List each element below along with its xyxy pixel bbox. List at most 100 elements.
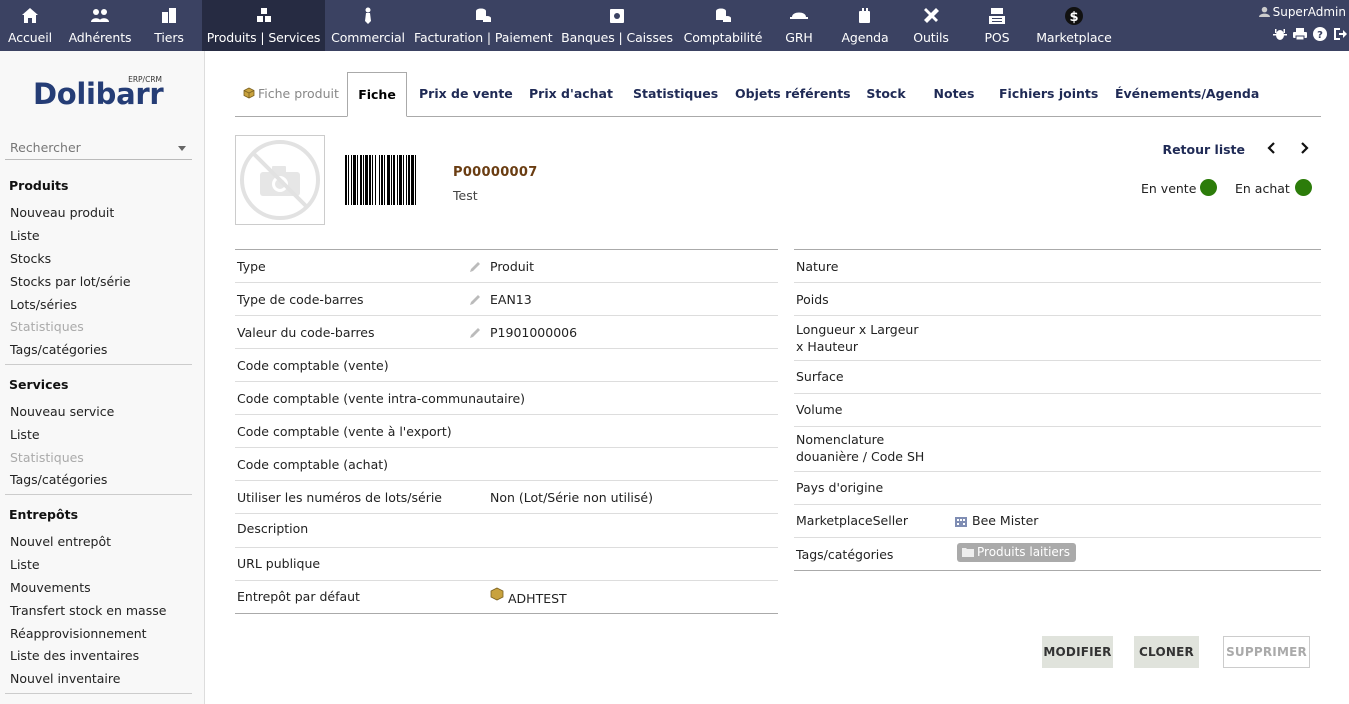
tab-notes[interactable]: Notes (929, 72, 979, 117)
pencil-icon[interactable] (468, 260, 482, 274)
barcode-bar (387, 155, 390, 205)
search-select[interactable]: Rechercher (5, 136, 192, 160)
topmenu-facturation[interactable]: Facturation | Paiement (414, 0, 553, 51)
help-icon[interactable]: ? (1313, 27, 1327, 41)
barcode-bar (348, 155, 349, 205)
topmenu-pos[interactable]: POS (977, 0, 1017, 51)
barcode-bar (372, 155, 373, 205)
field-label: URL publique (237, 556, 321, 571)
svg-text:?: ? (1317, 30, 1323, 41)
sidebar-item-nouveau-produit[interactable]: Nouveau produit (10, 205, 114, 220)
sidebar-item-liste-produits[interactable]: Liste (10, 228, 40, 243)
field-row-customs-code: Nomenclature douanière / Code SH (794, 427, 1321, 472)
tab-fiche[interactable]: Fiche (347, 72, 407, 117)
sidebar-item-nouvel-entrepot[interactable]: Nouvel entrepôt (10, 534, 111, 549)
category-tag[interactable]: Produits laitiers (957, 543, 1076, 562)
topmenu-marketplace[interactable]: $ Marketplace (1036, 0, 1112, 51)
sidebar-item-reapprovisionnement[interactable]: Réapprovisionnement (10, 626, 147, 641)
no-photo-icon (240, 140, 320, 220)
field-value: P1901000006 (490, 325, 578, 340)
dolibarr-logo[interactable]: Dolibarr ERP/CRM (33, 75, 168, 113)
tab-objets-referents[interactable]: Objets référents (735, 72, 851, 117)
logout-icon[interactable] (1333, 27, 1347, 41)
tab-evenements-agenda[interactable]: Événements/Agenda (1115, 72, 1259, 117)
topmenu-label: Banques | Caisses (561, 30, 673, 45)
tab-prix-achat[interactable]: Prix d'achat (529, 72, 613, 117)
sidebar-item-liste-inventaires[interactable]: Liste des inventaires (10, 648, 139, 663)
sidebar-item-nouveau-service[interactable]: Nouveau service (10, 404, 114, 419)
sidebar-item-statistiques-produits: Statistiques (10, 319, 84, 334)
marketplace-seller-link[interactable]: Bee Mister (972, 512, 1038, 529)
topmenu-comptabilite[interactable]: Comptabilité (682, 0, 764, 51)
barcode-bar (406, 155, 407, 205)
product-photo-placeholder[interactable] (235, 135, 325, 225)
barcode-bar (353, 155, 356, 205)
field-row-barcode-type: Type de code-barres EAN13 (235, 283, 778, 316)
sidebar-item-stocks[interactable]: Stocks (10, 251, 51, 266)
topmenu-agenda[interactable]: Agenda (838, 0, 892, 51)
pencil-icon[interactable] (468, 293, 482, 307)
logo-subtext: ERP/CRM (128, 75, 162, 84)
chevron-right-icon[interactable] (1297, 141, 1311, 155)
topmenu-label: Commercial (331, 30, 405, 45)
modify-button[interactable]: MODIFIER (1042, 636, 1113, 668)
search-placeholder: Rechercher (10, 140, 81, 155)
topmenu-adherents[interactable]: Adhérents (62, 0, 138, 51)
topmenu-produits-services[interactable]: Produits | Services (202, 0, 325, 51)
sidebar-item-tags-services[interactable]: Tags/catégories (10, 472, 107, 487)
barcode-bar (411, 155, 414, 205)
status-on-sale-indicator[interactable] (1200, 179, 1217, 196)
chevron-left-icon[interactable] (1265, 141, 1279, 155)
delete-button[interactable]: SUPPRIMER (1223, 636, 1310, 668)
tab-statistiques[interactable]: Statistiques (633, 72, 718, 117)
coins-icon (476, 8, 491, 22)
print-icon[interactable] (1293, 27, 1307, 41)
left-sidebar: Dolibarr ERP/CRM Rechercher Produits Nou… (0, 51, 205, 704)
tools-icon (924, 8, 939, 23)
sidebar-title-services[interactable]: Services (9, 377, 68, 392)
default-warehouse-link[interactable]: ADHTEST (508, 590, 567, 607)
pencil-icon[interactable] (468, 326, 482, 340)
field-row-public-url: URL publique (235, 548, 778, 581)
sidebar-item-transfert-stock[interactable]: Transfert stock en masse (10, 603, 166, 618)
status-on-sale-label: En vente (1141, 181, 1197, 196)
topmenu-banques[interactable]: Banques | Caisses (560, 0, 674, 51)
status-on-purchase-indicator[interactable] (1295, 179, 1312, 196)
topmenu-grh[interactable]: GRH (778, 0, 820, 51)
barcode-bar (345, 155, 347, 205)
topmenu-commercial[interactable]: Commercial (330, 0, 406, 51)
sidebar-title-entrepots[interactable]: Entrepôts (9, 507, 78, 522)
cash-register-icon (989, 8, 1005, 24)
field-label: Volume (796, 402, 843, 417)
bug-icon[interactable] (1273, 27, 1287, 41)
field-label: Utiliser les numéros de lots/série (237, 490, 442, 505)
topmenu-label: Produits | Services (206, 30, 321, 45)
back-to-list-link[interactable]: Retour liste (1162, 142, 1245, 157)
sidebar-item-lots-series[interactable]: Lots/séries (10, 297, 77, 312)
field-label: Code comptable (vente à l'export) (237, 424, 452, 439)
tab-prix-de-vente[interactable]: Prix de vente (419, 72, 513, 117)
topmenu-label: Accueil (8, 30, 52, 45)
tab-stock[interactable]: Stock (863, 72, 909, 117)
topmenu-tiers[interactable]: Tiers (146, 0, 192, 51)
tab-fichiers-joints[interactable]: Fichiers joints (999, 72, 1098, 117)
topmenu-accueil[interactable]: Accueil (0, 0, 60, 51)
sidebar-item-tags-produits[interactable]: Tags/catégories (10, 342, 107, 357)
sidebar-item-stocks-par-lot[interactable]: Stocks par lot/série (10, 274, 131, 289)
company-icon (955, 517, 967, 527)
barcode-bar (403, 155, 404, 205)
sidebar-item-liste-services[interactable]: Liste (10, 427, 40, 442)
sidebar-item-mouvements[interactable]: Mouvements (10, 580, 91, 595)
topmenu-outils[interactable]: Outils (908, 0, 954, 51)
sidebar-divider (5, 494, 192, 495)
field-label: Type (237, 259, 266, 274)
sidebar-title-produits[interactable]: Produits (9, 178, 68, 193)
field-label: Code comptable (vente intra-communautair… (237, 391, 526, 406)
sidebar-item-nouvel-inventaire[interactable]: Nouvel inventaire (10, 671, 120, 686)
user-icon (1258, 6, 1270, 17)
barcode-bar (408, 155, 410, 205)
clone-button[interactable]: CLONER (1134, 636, 1199, 668)
sidebar-item-liste-entrepots[interactable]: Liste (10, 557, 40, 572)
user-menu[interactable]: SuperAdmin (1258, 5, 1346, 19)
members-icon (91, 9, 109, 22)
